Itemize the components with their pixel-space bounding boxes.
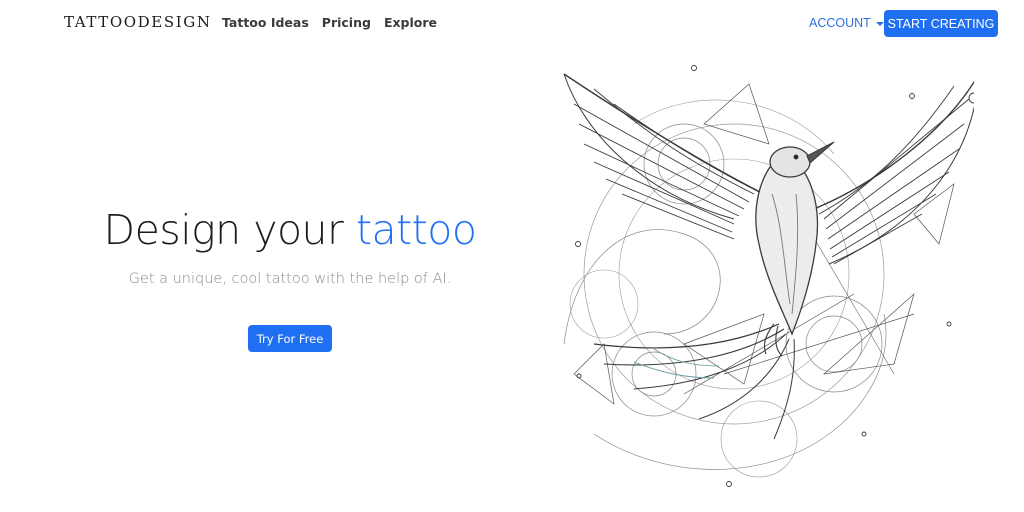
start-creating-button[interactable]: START CREATING [884,10,998,37]
nav-link-explore[interactable]: Explore [384,15,437,30]
hero-subtitle: Get a unique, cool tattoo with the help … [128,271,452,287]
hero-title-accent: tattoo [355,206,477,254]
nav-links: Tattoo Ideas Pricing Explore [222,15,437,30]
try-for-free-button[interactable]: Try For Free [248,325,332,352]
nav-link-tattoo-ideas[interactable]: Tattoo Ideas [222,15,309,30]
account-label: ACCOUNT [809,16,871,30]
hero-title: Design your tattoo [0,206,580,254]
brand-logo[interactable]: TATTOODESIGN [64,13,212,31]
caret-down-icon [875,21,884,26]
nav-link-pricing[interactable]: Pricing [322,15,371,30]
account-dropdown[interactable]: ACCOUNT [809,16,884,30]
hero-title-prefix: Design your [103,206,356,254]
hero-tattoo-illustration [563,65,974,487]
navbar: TATTOODESIGN Tattoo Ideas Pricing Explor… [0,0,1024,46]
